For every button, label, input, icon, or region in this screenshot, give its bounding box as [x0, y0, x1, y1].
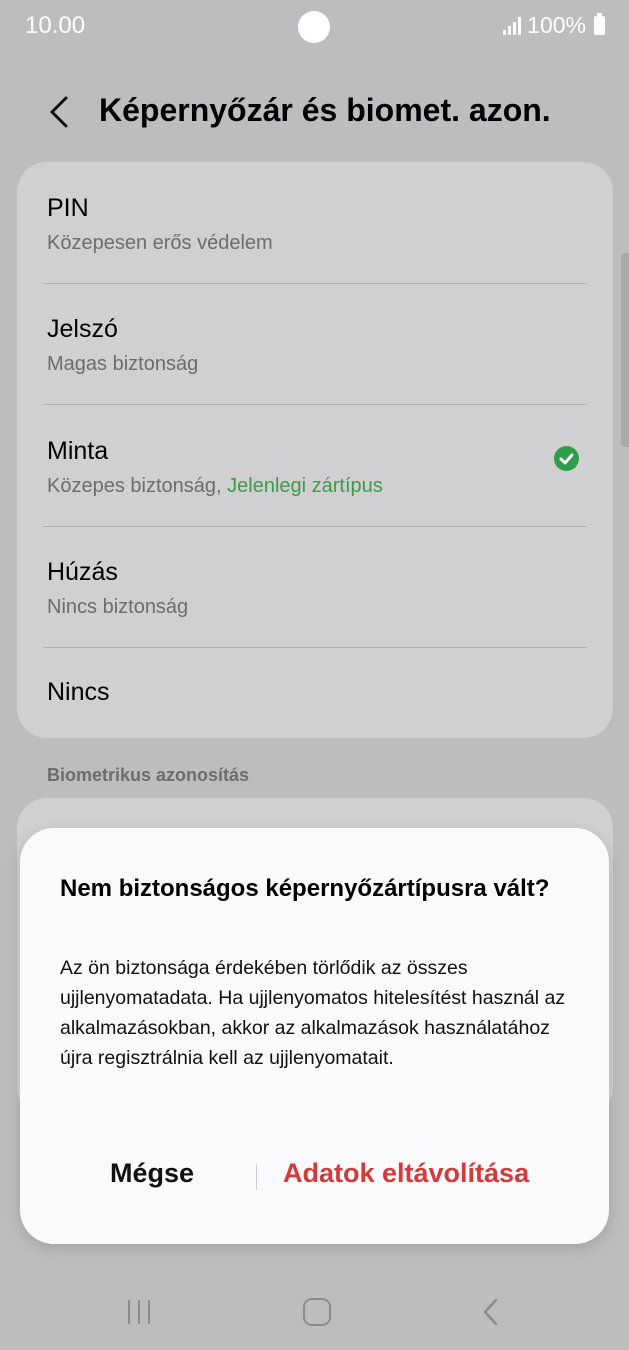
- section-header-biometrics: Biometrikus azonosítás: [47, 765, 250, 785]
- option-swipe[interactable]: Húzás Nincs biztonság: [17, 526, 613, 647]
- check-icon: [554, 446, 579, 471]
- scrollbar[interactable]: [621, 253, 629, 447]
- home-button[interactable]: [303, 1298, 331, 1326]
- option-title: PIN: [47, 194, 89, 222]
- option-pattern[interactable]: Minta Közepes biztonság, Jelenlegi zártí…: [17, 405, 613, 526]
- back-button[interactable]: [40, 90, 80, 134]
- page-header: Képernyőzár és biomet. azon.: [0, 80, 629, 144]
- lock-type-list: PIN Közepesen erős védelem Jelszó Magas …: [17, 162, 613, 738]
- option-subtitle: Közepes biztonság, Jelenlegi zártípus: [47, 475, 383, 498]
- confirm-dialog: Nem biztonságos képernyőzártípusra vált?…: [20, 828, 609, 1244]
- option-none[interactable]: Nincs: [17, 647, 613, 738]
- chevron-left-icon: [50, 96, 68, 128]
- dialog-message: Az ön biztonsága érdekében törlődik az ö…: [60, 957, 566, 1069]
- page-title: Képernyőzár és biomet. azon.: [99, 92, 551, 128]
- option-password[interactable]: Jelszó Magas biztonság: [17, 283, 613, 404]
- status-indicators: 100%: [503, 12, 605, 39]
- chevron-left-icon: [483, 1298, 498, 1326]
- option-subtitle: Magas biztonság: [47, 353, 199, 375]
- option-subtitle-text: Közepes biztonság,: [47, 475, 228, 497]
- option-subtitle: Nincs biztonság: [47, 596, 189, 618]
- signal-icon: [503, 16, 522, 35]
- option-title: Minta: [47, 437, 109, 465]
- status-time: 10.00: [25, 12, 86, 39]
- navigation-bar: [0, 1270, 629, 1350]
- option-title: Húzás: [47, 558, 118, 586]
- remove-data-button[interactable]: Adatok eltávolítása: [283, 1158, 529, 1189]
- option-pin[interactable]: PIN Közepesen erős védelem: [17, 162, 613, 283]
- dialog-title: Nem biztonságos képernyőzártípusra vált?: [60, 875, 550, 902]
- recent-apps-button[interactable]: [126, 1300, 154, 1324]
- button-divider: [256, 1164, 257, 1190]
- option-subtitle: Közepesen erős védelem: [47, 232, 273, 254]
- battery-icon: [594, 13, 605, 35]
- option-title: Jelszó: [47, 315, 118, 343]
- current-lock-label: Jelenlegi zártípus: [227, 475, 383, 497]
- cancel-button[interactable]: Mégse: [110, 1158, 194, 1189]
- front-camera: [298, 11, 330, 43]
- option-title: Nincs: [47, 678, 110, 706]
- nav-back-button[interactable]: [481, 1298, 501, 1326]
- battery-percent: 100%: [527, 12, 586, 38]
- status-bar: 10.00 100%: [0, 0, 629, 54]
